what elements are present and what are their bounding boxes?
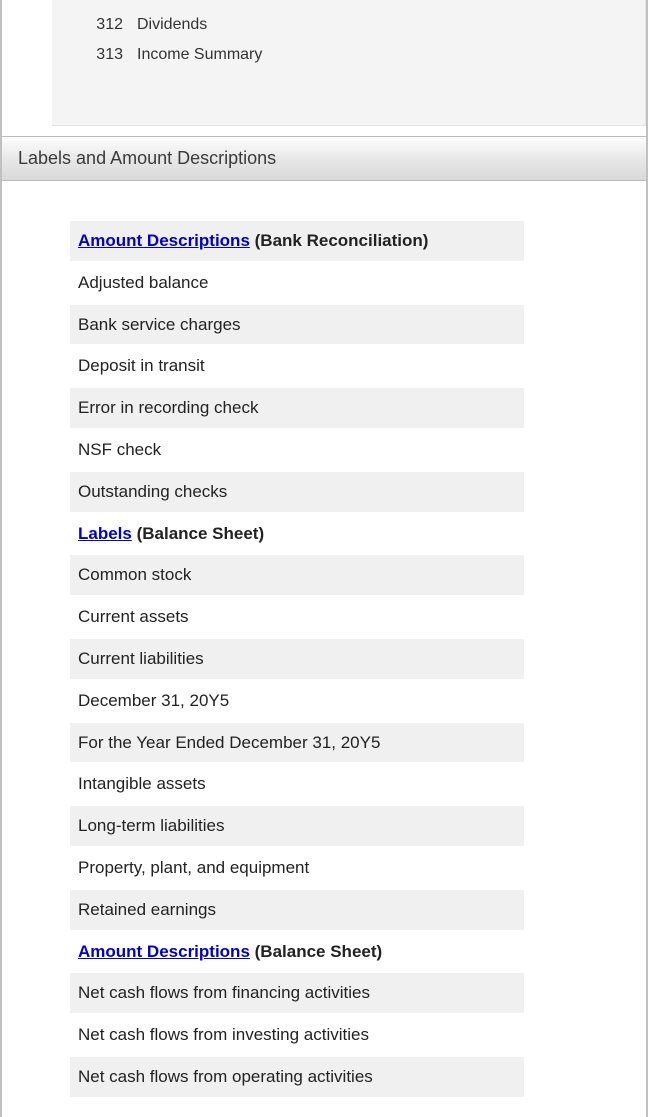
group-header-link[interactable]: Labels bbox=[78, 524, 132, 543]
list-item: Outstanding checks bbox=[70, 472, 524, 512]
account-number: 312 bbox=[87, 16, 123, 34]
group-header-suffix: (Balance Sheet) bbox=[132, 524, 264, 543]
group-header-row: Amount Descriptions (Balance Sheet) bbox=[70, 932, 524, 972]
list-item: Retained earnings bbox=[70, 890, 524, 930]
group-header-link[interactable]: Amount Descriptions bbox=[78, 942, 250, 961]
list-item: December 31, 20Y5 bbox=[70, 681, 524, 721]
list-item: Intangible assets bbox=[70, 764, 524, 804]
group-header-row: Amount Descriptions (Bank Reconciliation… bbox=[70, 221, 524, 261]
group-header-row: Labels (Balance Sheet) bbox=[70, 514, 524, 554]
list-item: Bank service charges bbox=[70, 305, 524, 345]
list-item: Net cash flows from investing activities bbox=[70, 1015, 524, 1055]
account-name: Dividends bbox=[137, 16, 207, 34]
list-item: Error in recording check bbox=[70, 388, 524, 428]
content-block: Amount Descriptions (Bank Reconciliation… bbox=[2, 181, 646, 1117]
list-item: Current assets bbox=[70, 597, 524, 637]
list-item: Common stock bbox=[70, 555, 524, 595]
account-name: Income Summary bbox=[137, 46, 262, 64]
spacer bbox=[2, 126, 646, 136]
list-item: Net cash flows from financing activities bbox=[70, 973, 524, 1013]
list-item: Current liabilities bbox=[70, 639, 524, 679]
account-row: 312 Dividends bbox=[52, 10, 645, 40]
group-header-suffix: (Bank Reconciliation) bbox=[250, 231, 429, 250]
group-header-suffix: (Balance Sheet) bbox=[250, 942, 382, 961]
account-number: 313 bbox=[87, 46, 123, 64]
list-item: Adjusted balance bbox=[70, 263, 524, 303]
section-header: Labels and Amount Descriptions bbox=[2, 136, 646, 181]
list-item: Property, plant, and equipment bbox=[70, 848, 524, 888]
list-item: NSF check bbox=[70, 430, 524, 470]
accounts-box: 312 Dividends 313 Income Summary bbox=[52, 0, 646, 126]
list-item: Net cash flows from operating activities bbox=[70, 1057, 524, 1097]
group-header-link[interactable]: Amount Descriptions bbox=[78, 231, 250, 250]
list-item: Deposit in transit bbox=[70, 346, 524, 386]
list-item: Long-term liabilities bbox=[70, 806, 524, 846]
list-item: For the Year Ended December 31, 20Y5 bbox=[70, 723, 524, 763]
account-row: 313 Income Summary bbox=[52, 40, 645, 70]
